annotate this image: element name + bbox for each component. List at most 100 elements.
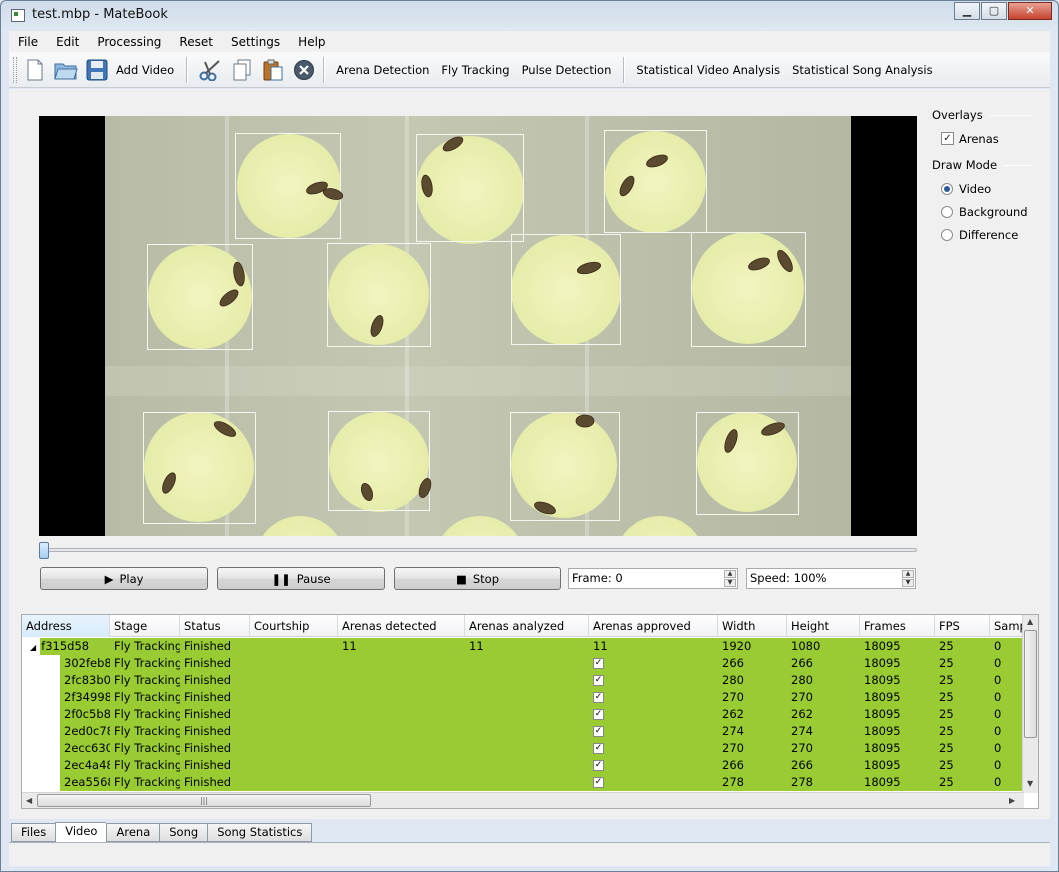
scroll-right-icon[interactable]: ▶ [1009, 796, 1015, 805]
column-samp[interactable]: Samp [990, 615, 1024, 637]
menu-file[interactable]: File [9, 35, 47, 49]
approved-checkbox[interactable]: ✓ [593, 760, 604, 771]
table-row[interactable]: 2fc83b0 Fly Tracking Finished ✓ 280 280 18095 2… [22, 672, 1024, 689]
remove-icon[interactable] [290, 56, 317, 83]
cell-width: 274 [722, 724, 744, 738]
frame-slider-handle[interactable] [39, 542, 49, 559]
title-bar[interactable]: test.mbp - MateBook ▁ ▢ ✕ [1, 1, 1058, 31]
scroll-down-icon[interactable]: ▼ [1027, 779, 1033, 788]
menu-help[interactable]: Help [289, 35, 334, 49]
video-view[interactable] [39, 116, 917, 536]
column-arenas-analyzed[interactable]: Arenas analyzed [465, 615, 589, 637]
cell-fps: 25 [939, 741, 954, 755]
add-video-button[interactable]: Add Video [116, 63, 174, 77]
approved-checkbox[interactable]: ✓ [593, 709, 604, 720]
pause-button[interactable]: ❚❚ Pause [217, 567, 385, 590]
approved-checkbox[interactable]: ✓ [593, 777, 604, 788]
frame-down-arrow-icon[interactable]: ▼ [724, 579, 736, 587]
play-button[interactable]: ▶ Play [40, 567, 208, 590]
cell-address: 2f0c5b8 [64, 707, 110, 721]
tab-song[interactable]: Song [159, 823, 208, 842]
minimize-button[interactable]: ▁ [954, 2, 980, 20]
frame-up-arrow-icon[interactable]: ▲ [724, 570, 736, 578]
scroll-up-icon[interactable]: ▲ [1027, 617, 1033, 626]
radio-video-icon[interactable] [941, 182, 953, 195]
cell-width: 262 [722, 707, 744, 721]
open-folder-icon[interactable] [52, 56, 79, 83]
column-width[interactable]: Width [718, 615, 787, 637]
arena-detection-button[interactable]: Arena Detection [336, 63, 429, 77]
frame-slider-track[interactable] [39, 548, 917, 552]
approved-checkbox[interactable]: ✓ [593, 743, 604, 754]
speed-down-arrow-icon[interactable]: ▼ [902, 579, 914, 587]
copy-icon[interactable] [228, 56, 255, 83]
column-stage[interactable]: Stage [110, 615, 180, 637]
table-row[interactable]: 2f34998 Fly Tracking Finished ✓ 270 270 18095 2… [22, 689, 1024, 706]
approved-checkbox[interactable]: ✓ [593, 726, 604, 737]
approved-checkbox[interactable]: ✓ [593, 692, 604, 703]
cell-address: 2ed0c78 [64, 724, 110, 738]
approved-checkbox[interactable]: ✓ [593, 675, 604, 686]
table-row[interactable]: 2ea5568 Fly Tracking Finished ✓ 278 278 18095 2… [22, 774, 1024, 791]
horizontal-scroll-thumb[interactable]: ||| [37, 794, 371, 807]
column-arenas-detected[interactable]: Arenas detected [338, 615, 465, 637]
tab-files[interactable]: Files [11, 823, 56, 842]
cell-stage: Fly Tracking [114, 741, 180, 755]
arenas-check-icon[interactable]: ✓ [941, 132, 954, 145]
cut-icon[interactable] [197, 56, 224, 83]
column-height[interactable]: Height [787, 615, 860, 637]
table-row[interactable]: 2ecc630 Fly Tracking Finished ✓ 270 270 18095 2… [22, 740, 1024, 757]
table-row-parent[interactable]: ◢ f315d58 Fly Tracking Finished 11 11 11 … [22, 638, 1024, 655]
table-row[interactable]: 2ed0c78 Fly Tracking Finished ✓ 274 274 18095 2… [22, 723, 1024, 740]
tab-video[interactable]: Video [55, 822, 107, 843]
table-row[interactable]: 2f0c5b8 Fly Tracking Finished ✓ 262 262 18095 2… [22, 706, 1024, 723]
menu-processing[interactable]: Processing [88, 35, 170, 49]
statistical-song-analysis-button[interactable]: Statistical Song Analysis [792, 63, 932, 77]
tab-arena[interactable]: Arena [106, 823, 160, 842]
cell-samp: 0 [994, 741, 1002, 755]
menu-edit[interactable]: Edit [47, 35, 88, 49]
scroll-left-icon[interactable]: ◀ [26, 796, 32, 805]
column-status[interactable]: Status [180, 615, 250, 637]
tab-song-statistics[interactable]: Song Statistics [207, 823, 313, 842]
menu-reset[interactable]: Reset [170, 35, 222, 49]
table-header: Address Stage Status Courtship Arenas de… [22, 615, 1024, 637]
horizontal-scrollbar[interactable]: ◀ ||| ▶ [22, 792, 1024, 808]
radio-difference-icon[interactable] [941, 228, 953, 241]
speed-spinbox[interactable]: Speed: 100% ▲ ▼ [746, 568, 916, 589]
cell-frames: 18095 [864, 690, 901, 704]
fly-tracking-button[interactable]: Fly Tracking [441, 63, 509, 77]
cell-status: Finished [184, 775, 232, 789]
vertical-scroll-thumb[interactable] [1024, 630, 1037, 738]
column-arenas-approved[interactable]: Arenas approved [589, 615, 718, 637]
speed-up-arrow-icon[interactable]: ▲ [902, 570, 914, 578]
toolbar-grip[interactable] [13, 56, 17, 83]
approved-checkbox[interactable]: ✓ [593, 658, 604, 669]
save-icon[interactable] [83, 56, 110, 83]
radio-background[interactable]: Background [932, 200, 1032, 223]
frame-spinbox[interactable]: Frame: 0 ▲ ▼ [568, 568, 738, 589]
cell-address: 2ea5568 [64, 775, 110, 789]
video-table[interactable]: Address Stage Status Courtship Arenas de… [21, 614, 1039, 809]
radio-difference[interactable]: Difference [932, 223, 1032, 246]
table-row[interactable]: 2ec4a48 Fly Tracking Finished ✓ 266 266 18095 2… [22, 757, 1024, 774]
maximize-button[interactable]: ▢ [981, 2, 1007, 20]
column-frames[interactable]: Frames [860, 615, 935, 637]
table-row[interactable]: 302feb8 Fly Tracking Finished ✓ 266 266 18095 2… [22, 655, 1024, 672]
expand-arrow-icon[interactable]: ◢ [30, 643, 36, 652]
radio-video[interactable]: Video [932, 177, 1032, 200]
close-button[interactable]: ✕ [1008, 2, 1052, 20]
column-address[interactable]: Address [22, 615, 110, 637]
radio-background-icon[interactable] [941, 205, 953, 218]
menu-settings[interactable]: Settings [222, 35, 289, 49]
stop-button[interactable]: ■ Stop [394, 567, 561, 590]
column-fps[interactable]: FPS [935, 615, 990, 637]
column-courtship[interactable]: Courtship [250, 615, 338, 637]
vertical-scrollbar[interactable]: ▲ ▼ [1022, 615, 1038, 793]
arenas-checkbox[interactable]: ✓ Arenas [932, 127, 1032, 150]
paste-icon[interactable] [259, 56, 286, 83]
pulse-detection-button[interactable]: Pulse Detection [522, 63, 612, 77]
new-file-icon[interactable] [21, 56, 48, 83]
app-icon [11, 9, 25, 22]
statistical-video-analysis-button[interactable]: Statistical Video Analysis [636, 63, 780, 77]
